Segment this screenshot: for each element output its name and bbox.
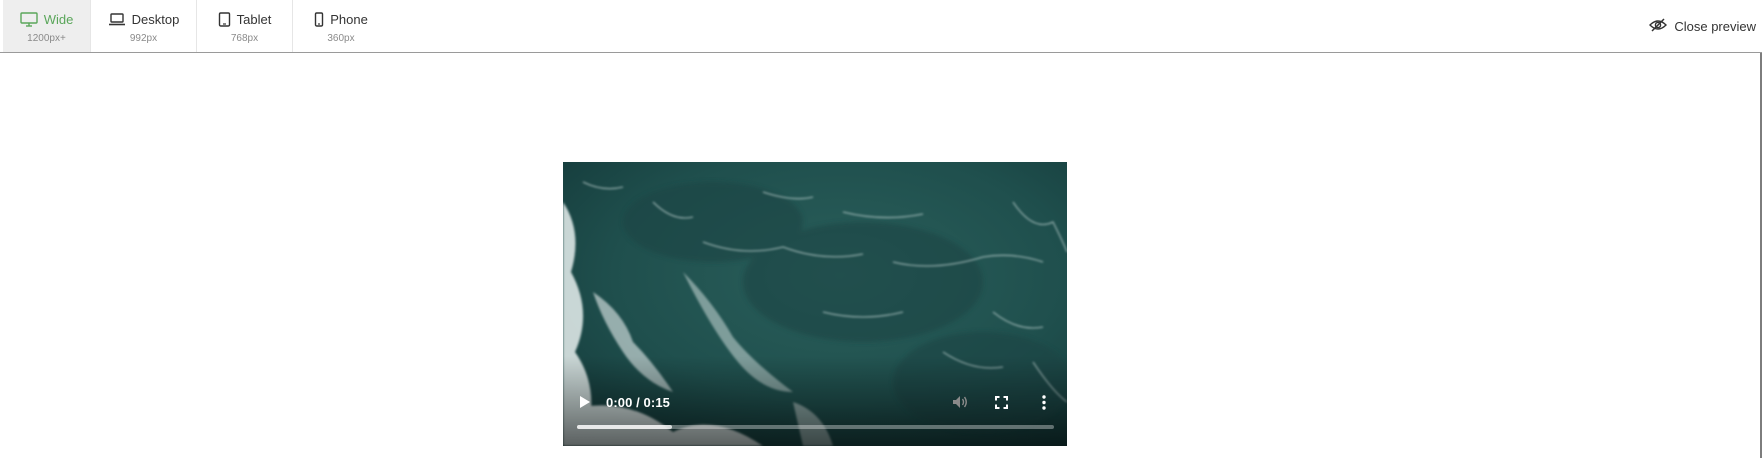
laptop-icon xyxy=(108,13,126,26)
preview-toolbar: Wide 1200px+ Desktop 992px Tablet 768px … xyxy=(0,0,1762,53)
device-tab-phone-row: Phone xyxy=(293,12,389,27)
close-preview-label: Close preview xyxy=(1674,19,1756,34)
device-tab-wide[interactable]: Wide 1200px+ xyxy=(3,0,91,52)
device-size: 1200px+ xyxy=(27,33,66,44)
device-label: Tablet xyxy=(236,12,272,27)
close-preview-button[interactable]: Close preview xyxy=(1648,17,1756,36)
more-options-button[interactable] xyxy=(1042,395,1046,415)
device-tab-phone[interactable]: Phone 360px xyxy=(293,0,389,52)
tablet-icon xyxy=(218,12,231,27)
device-tab-desktop-row: Desktop xyxy=(91,12,196,27)
progress-buffered xyxy=(577,425,673,429)
monitor-icon xyxy=(19,12,38,27)
video-player[interactable]: 0:00 / 0:15 xyxy=(563,162,1067,446)
fullscreen-button[interactable] xyxy=(995,396,1008,414)
mute-button[interactable] xyxy=(952,395,968,414)
time-display: 0:00 / 0:15 xyxy=(606,395,670,410)
device-label: Wide xyxy=(43,12,74,27)
play-icon xyxy=(579,396,591,413)
phone-icon xyxy=(314,12,324,27)
eye-slash-icon xyxy=(1648,17,1668,36)
device-label: Desktop xyxy=(131,12,180,27)
device-tab-desktop[interactable]: Desktop 992px xyxy=(91,0,197,52)
device-tab-tablet[interactable]: Tablet 768px xyxy=(197,0,293,52)
device-size: 992px xyxy=(129,33,158,44)
device-size: 768px xyxy=(230,33,259,44)
play-button[interactable] xyxy=(579,395,591,414)
device-tab-wide-row: Wide xyxy=(3,12,90,27)
volume-icon xyxy=(952,396,968,413)
progress-bar[interactable] xyxy=(577,425,1054,429)
fullscreen-icon xyxy=(995,396,1008,413)
device-label: Phone xyxy=(330,12,368,27)
device-tab-tablet-row: Tablet xyxy=(197,12,292,27)
device-size: 360px xyxy=(327,33,355,44)
more-vertical-icon xyxy=(1042,395,1046,414)
